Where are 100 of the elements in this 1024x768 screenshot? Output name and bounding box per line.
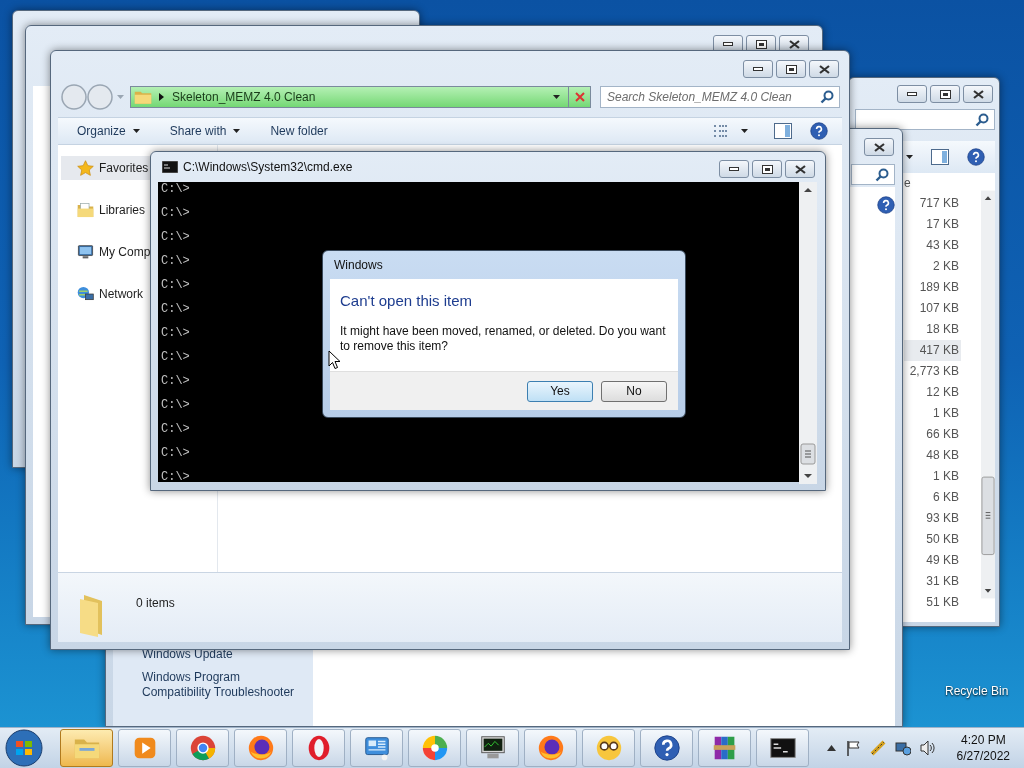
library-icon: [77, 202, 94, 218]
table-cell-text: 66 KB: [925, 426, 960, 443]
view-options-icon: [713, 124, 729, 138]
help-icon: [967, 148, 985, 166]
link[interactable]: Windows Program Compatibility Troubleshooter: [142, 670, 310, 700]
folder-icon: [134, 89, 152, 105]
nav-item[interactable]: Favorites: [61, 156, 151, 180]
maximize-button[interactable]: [776, 60, 806, 78]
minimize-icon: [723, 42, 733, 46]
toolbar-button[interactable]: Share with: [164, 120, 246, 142]
caret-icon: [906, 155, 913, 159]
minimize-button[interactable]: [743, 60, 773, 78]
console-line: C:\>: [161, 421, 190, 438]
table-cell-text: 31 KB: [925, 573, 960, 590]
address-bar[interactable]: Skeleton_MEMZ 4.0 Clean: [130, 86, 591, 108]
console-line: C:\>: [161, 301, 190, 318]
link[interactable]: Windows Update: [142, 647, 310, 662]
taskbar-button[interactable]: [466, 729, 519, 767]
console-line: C:\>: [161, 445, 190, 462]
table-cell-text: 43 KB: [925, 237, 960, 254]
search-field[interactable]: [851, 164, 895, 185]
maximize-button[interactable]: [752, 160, 782, 178]
window-title: C:\Windows\System32\cmd.exe: [183, 159, 353, 176]
taskbar-button[interactable]: [234, 729, 287, 767]
table-cell-text: 49 KB: [925, 552, 960, 569]
table-cell-text: 50 KB: [925, 531, 960, 548]
caret-icon: [826, 745, 836, 751]
console-line: C:\>: [161, 182, 190, 198]
maximize-icon: [755, 39, 767, 49]
search-icon: [975, 112, 989, 127]
search-icon: [875, 167, 889, 182]
search-field[interactable]: [855, 109, 995, 130]
network-icon: [77, 286, 94, 302]
search-icon: [820, 90, 834, 104]
toolbar-button[interactable]: New folder: [265, 120, 333, 142]
column-header[interactable]: e: [904, 173, 961, 193]
computer-icon: [77, 244, 94, 260]
close-button[interactable]: [864, 138, 894, 156]
terminal-icon: [162, 161, 178, 173]
clock-date[interactable]: 6/27/2022: [956, 748, 1010, 764]
nav-item[interactable]: My Comp: [61, 240, 151, 264]
console-line: C:\>: [161, 325, 190, 342]
taskbar-button[interactable]: [698, 729, 751, 767]
console-line: C:\>: [161, 349, 190, 366]
close-button[interactable]: [809, 60, 839, 78]
toolbar-button[interactable]: Organize: [72, 120, 145, 142]
taskbar-button[interactable]: [524, 729, 577, 767]
table-cell: 417 KB: [904, 340, 961, 361]
table-cell-text: 2,773 KB: [908, 363, 960, 380]
speaker-icon: [919, 740, 936, 756]
search-field[interactable]: Search Skeleton_MEMZ 4.0 Clean: [600, 86, 840, 108]
dialog-button[interactable]: Yes: [527, 380, 593, 402]
clock-time[interactable]: 4:20 PM: [960, 732, 1006, 748]
caret-icon: [132, 129, 140, 133]
table-cell-text: 17 KB: [925, 216, 960, 233]
minimize-button[interactable]: [719, 160, 749, 178]
taskbar-button[interactable]: [756, 729, 809, 767]
table-cell-text: 189 KB: [918, 279, 960, 296]
table-cell-text: 48 KB: [925, 447, 960, 464]
nav-item[interactable]: Libraries: [61, 198, 151, 222]
star-icon: [77, 159, 94, 177]
help-icon: [651, 733, 682, 763]
flag-icon: [844, 740, 861, 756]
table-cell-text: 717 KB: [918, 195, 960, 212]
table-cell-text: 2 KB: [932, 258, 960, 275]
caret-icon: [233, 129, 241, 133]
console-line: C:\>: [161, 277, 190, 294]
taskbar-button[interactable]: [582, 729, 635, 767]
maximize-icon: [939, 89, 951, 99]
caret-icon: [117, 95, 124, 99]
table-cell-text: 18 KB: [925, 321, 960, 338]
dialog-button[interactable]: No: [601, 380, 667, 402]
close-icon: [818, 64, 830, 74]
minimize-button[interactable]: [897, 85, 927, 103]
table-cell-text: 51 KB: [925, 594, 960, 611]
table-cell-text: 1 KB: [932, 405, 960, 422]
close-button[interactable]: [963, 85, 993, 103]
start-button[interactable]: [4, 729, 44, 767]
console-line: C:\>: [161, 397, 190, 414]
preview-pane-icon: [931, 149, 949, 165]
close-icon: [794, 164, 806, 174]
dialog-heading: Can't open this item: [340, 291, 474, 311]
close-icon: [873, 142, 885, 152]
network-icon: [894, 740, 911, 756]
taskbar-button[interactable]: [640, 729, 693, 767]
table-cell-text: 107 KB: [918, 300, 960, 317]
desktop-icon-label[interactable]: Recycle Bin: [945, 682, 1009, 700]
close-button[interactable]: [785, 160, 815, 178]
caret-icon: [741, 129, 748, 133]
minimize-icon: [753, 67, 763, 71]
console-line: C:\>: [161, 229, 190, 246]
maximize-icon: [761, 164, 773, 174]
preview-pane-icon: [774, 123, 792, 139]
caret-icon: [553, 95, 560, 99]
nav-item[interactable]: Network: [61, 282, 151, 306]
maximize-button[interactable]: [930, 85, 960, 103]
scrollbar[interactable]: [799, 182, 817, 484]
table-cell-text: 93 KB: [925, 510, 960, 527]
console-line: C:\>: [161, 469, 190, 482]
table-cell-text: 1 KB: [932, 468, 960, 485]
